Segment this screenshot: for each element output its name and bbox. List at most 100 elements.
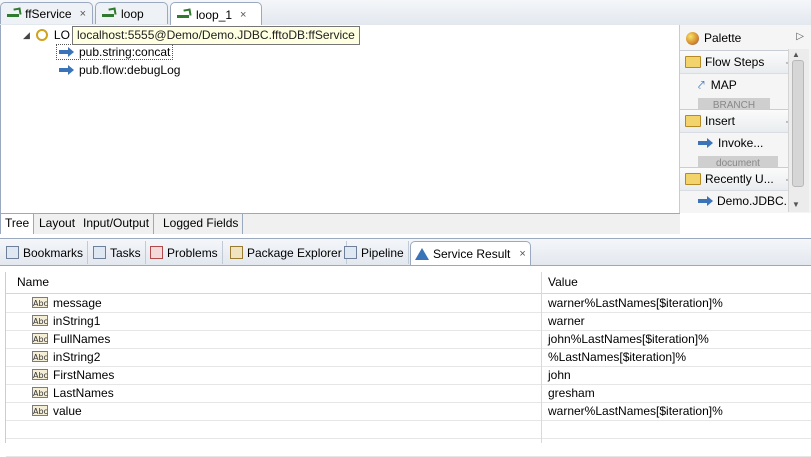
row-value: gresham	[548, 386, 595, 400]
column-header-name[interactable]: Name	[17, 272, 49, 293]
row-name: LastNames	[53, 386, 114, 400]
close-icon[interactable]: ×	[240, 9, 246, 21]
tab-label: ffService	[25, 6, 72, 21]
palette-title-row[interactable]: Palette ▷	[680, 28, 810, 48]
row-name: value	[53, 404, 82, 418]
palette-group-insert[interactable]: Insert ⇔	[680, 109, 797, 133]
palette-item-label: Invoke...	[718, 136, 764, 150]
tab-pipeline[interactable]: Pipeline	[340, 241, 409, 264]
tab-loop-1[interactable]: loop_1 ×	[170, 2, 262, 26]
palette-item-invoke[interactable]: Invoke...	[680, 133, 797, 153]
scroll-down-icon[interactable]: ▼	[792, 200, 800, 209]
tab-tree[interactable]: Tree	[1, 214, 35, 234]
tab-input-output[interactable]: Input/Output	[79, 214, 155, 234]
palette-collapse-icon[interactable]: ▷	[796, 31, 804, 42]
editor-tab-strip: ffService × loop loop_1 ×	[0, 0, 811, 26]
tree-root[interactable]: ◢ LO	[23, 28, 70, 42]
view-tab-label: Service Result	[433, 246, 511, 261]
loop-icon	[35, 29, 48, 41]
string-type-icon: Abc	[32, 369, 48, 380]
flow-service-icon	[177, 9, 192, 21]
table-header: Name Value	[6, 272, 811, 294]
row-name: FirstNames	[53, 368, 115, 382]
palette-group-flow-steps[interactable]: Flow Steps ⇔	[680, 50, 797, 74]
invoke-arrow-icon	[59, 65, 75, 75]
tab-label: loop_1	[196, 7, 233, 22]
tasks-icon	[93, 246, 106, 259]
string-type-icon: Abc	[32, 333, 48, 344]
tab-label: loop	[121, 6, 144, 21]
view-tab-label: Problems	[167, 245, 218, 260]
problems-icon	[150, 246, 163, 259]
tree-item-debuglog[interactable]: pub.flow:debugLog	[59, 63, 180, 77]
palette-item-branch-partial[interactable]: BRANCH	[680, 98, 797, 109]
row-name: message	[53, 296, 102, 310]
table-row[interactable]: Abc message warner%LastNames[$iteration]%	[6, 294, 811, 313]
tab-ffservice[interactable]: ffService ×	[0, 2, 93, 24]
tree-root-label: LO	[53, 28, 70, 42]
tree-item-label: pub.flow:debugLog	[79, 63, 181, 77]
palette-item-label: Demo.JDBC....	[716, 194, 797, 208]
palette-icon	[686, 31, 699, 45]
collapse-triangle-icon[interactable]: ◢	[23, 30, 30, 41]
editor-view-tabs: Tree Layout Input/Output Logged Fields	[0, 213, 680, 234]
invoke-arrow-icon	[698, 196, 713, 206]
string-type-icon: Abc	[32, 387, 48, 398]
tree-item-concat[interactable]: pub.string:concat	[56, 44, 174, 60]
tab-service-result[interactable]: Service Result ×	[410, 241, 531, 265]
view-tab-label: Pipeline	[361, 245, 404, 260]
table-row[interactable]: Abc inString1 warner	[6, 312, 811, 331]
palette-group-recently-used[interactable]: Recently U... ⇔	[680, 167, 797, 191]
view-tab-label: Bookmarks	[23, 245, 84, 260]
tab-bookmarks[interactable]: Bookmarks	[2, 241, 89, 264]
scroll-up-icon[interactable]: ▲	[792, 50, 800, 59]
service-tooltip: localhost:5555@Demo/Demo.JDBC.fftoDB:ffS…	[72, 26, 360, 45]
map-icon: ⤤	[698, 77, 705, 92]
folder-icon	[685, 173, 701, 185]
row-value: warner%LastNames[$iteration]%	[548, 296, 723, 310]
bookmarks-icon	[6, 246, 19, 259]
string-type-icon: Abc	[32, 315, 48, 326]
flow-service-icon	[7, 8, 21, 20]
flow-service-icon	[102, 8, 117, 20]
palette-group-label: Flow Steps	[705, 55, 765, 69]
tab-problems[interactable]: Problems	[146, 241, 223, 264]
view-tab-strip: Bookmarks Tasks Problems Package Explore…	[0, 238, 811, 266]
tab-tasks[interactable]: Tasks	[89, 241, 146, 264]
folder-icon	[685, 56, 701, 68]
tab-package-explorer[interactable]: Package Explorer	[226, 241, 347, 264]
tab-loop[interactable]: loop	[95, 2, 168, 24]
view-tab-label: Package Explorer	[247, 245, 342, 260]
palette-item-document-partial[interactable]: document	[680, 156, 797, 167]
row-name: inString2	[53, 350, 101, 364]
view-tab-label: Tasks	[110, 245, 141, 260]
column-header-value[interactable]: Value	[548, 272, 578, 293]
tab-logged-fields[interactable]: Logged Fields	[159, 214, 244, 234]
row-value: john	[548, 368, 571, 382]
package-explorer-icon	[230, 246, 243, 259]
close-icon[interactable]: ×	[519, 248, 525, 260]
close-icon[interactable]: ×	[80, 8, 86, 20]
service-result-table: Name Value Abc message warner%LastNames[$i…	[5, 272, 811, 457]
table-row[interactable]: Abc value warner%LastNames[$iteration]%	[6, 402, 811, 421]
table-row[interactable]: Abc FullNames john%LastNames[$iteration]%	[6, 330, 811, 349]
column-divider[interactable]	[541, 272, 542, 443]
folder-icon	[685, 115, 701, 127]
palette-title: Palette	[704, 31, 742, 45]
table-row[interactable]	[6, 420, 811, 439]
row-value: john%LastNames[$iteration]%	[548, 332, 709, 346]
palette-group-label: Insert	[705, 114, 736, 128]
string-type-icon: Abc	[32, 351, 48, 362]
table-row[interactable]: Abc inString2 %LastNames[$iteration]%	[6, 348, 811, 367]
table-row[interactable]: Abc FirstNames john	[6, 366, 811, 385]
table-row[interactable]: Abc LastNames gresham	[6, 384, 811, 403]
palette-item-label: document	[698, 156, 778, 167]
tab-layout[interactable]: Layout	[35, 214, 81, 234]
palette-item-label: MAP	[710, 78, 737, 92]
palette-scrollbar-thumb[interactable]	[792, 60, 804, 187]
palette-item-demo-jdbc[interactable]: Demo.JDBC....	[680, 191, 797, 211]
table-row[interactable]	[6, 438, 811, 457]
row-value: warner	[548, 314, 585, 328]
palette-item-map[interactable]: ⤤ MAP	[680, 75, 797, 95]
palette-group-label: Recently U...	[705, 172, 774, 186]
